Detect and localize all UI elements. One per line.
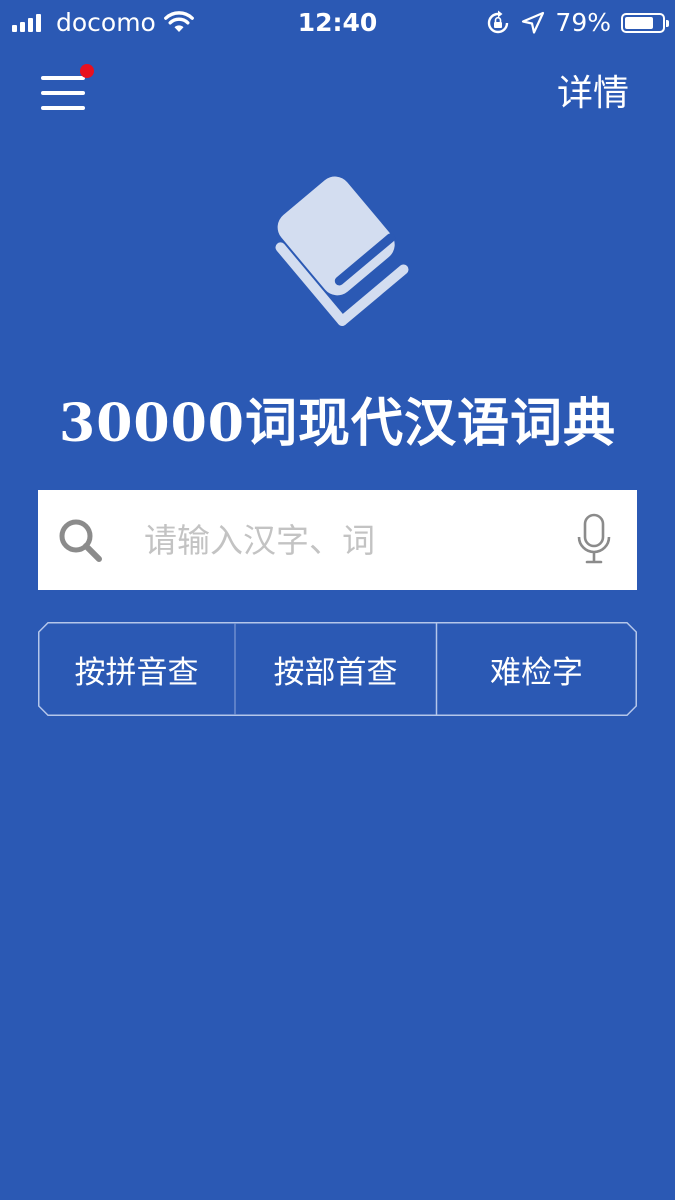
search-input[interactable] [144,514,544,566]
notification-dot [80,64,94,78]
rotation-lock-icon [488,10,509,34]
hamburger-menu-icon[interactable] [38,64,94,118]
search-bar[interactable] [38,490,637,590]
lookup-by-pinyin-button[interactable]: 按拼音查 [38,622,235,716]
lookup-mode-group: 按拼音查 按部首查 难检字 [38,622,637,716]
location-arrow-icon [522,11,545,34]
microphone-icon[interactable] [576,512,612,566]
app-title: 30000词现代汉语词典 [59,393,616,454]
battery-icon [621,13,669,33]
status-bar: docomo 12:40 79% [0,0,675,46]
battery-level-fill [625,17,653,29]
lookup-by-radical-button[interactable]: 按部首查 [235,622,436,716]
hard-to-find-characters-button[interactable]: 难检字 [436,622,637,716]
details-button[interactable]: 详情 [557,72,629,116]
search-icon[interactable] [56,516,104,564]
battery-percentage: 79% [555,8,611,37]
book-icon [275,176,409,326]
